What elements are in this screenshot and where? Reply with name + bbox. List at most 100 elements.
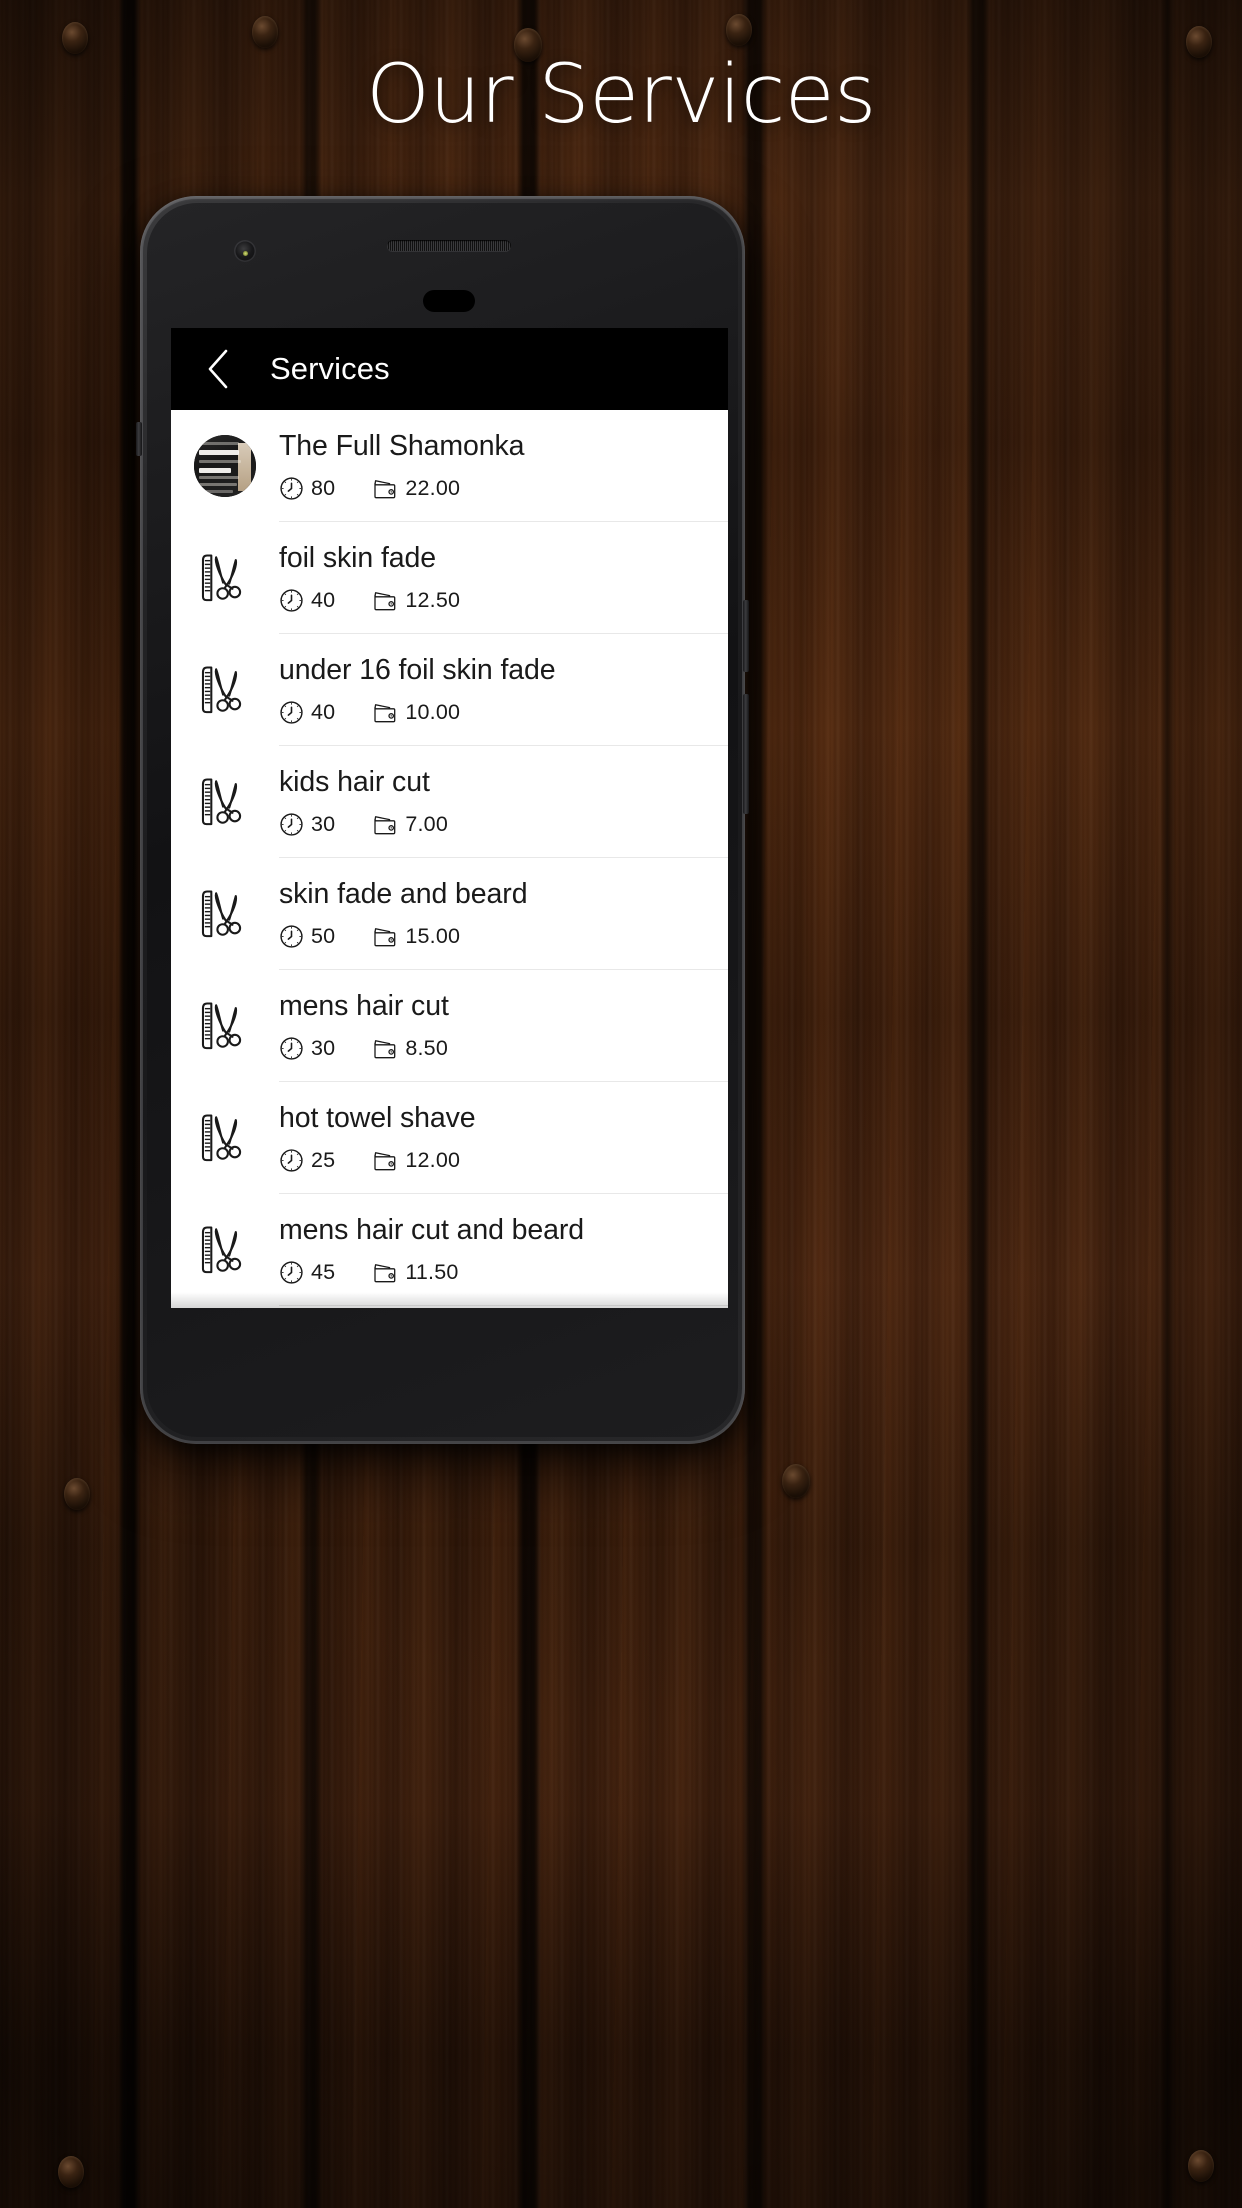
clock-icon [280, 813, 303, 836]
service-meta: 25 12.00 [279, 1148, 718, 1173]
service-thumbnail [189, 884, 261, 944]
service-name: mens hair cut [279, 990, 449, 1023]
service-list[interactable]: The Full Shamonka 80 22.00 foil skin fad… [171, 410, 728, 1308]
service-duration: 45 [311, 1259, 336, 1284]
service-price: 7.00 [405, 811, 448, 836]
service-name: hot towel shave [279, 1102, 476, 1135]
list-item[interactable]: mens hair cut and beard 45 11.50 [171, 1194, 728, 1306]
wallet-icon [374, 928, 396, 947]
phone-power-button[interactable] [743, 600, 749, 672]
service-meta: 45 11.50 [279, 1260, 718, 1285]
service-meta: 40 12.50 [279, 588, 718, 613]
wallet-icon [374, 1040, 396, 1059]
phone-screen: Services The Full Shamonka 80 22.00 foil… [171, 328, 728, 1308]
sensor-pill-icon [423, 290, 475, 312]
list-item[interactable]: foil skin fade 40 12.50 [171, 522, 728, 634]
clock-icon [280, 1149, 303, 1172]
service-meta: 40 10.00 [279, 700, 718, 725]
service-price: 12.00 [405, 1147, 461, 1172]
service-name: mens hair cut and beard [279, 1214, 585, 1247]
service-thumbnail [189, 996, 261, 1056]
service-meta: 30 8.50 [279, 1036, 718, 1061]
page-title: Our Services [366, 48, 876, 142]
service-duration: 25 [311, 1147, 336, 1172]
wallet-icon [374, 1264, 396, 1283]
service-meta: 80 22.00 [279, 476, 718, 501]
service-thumbnail [189, 1220, 261, 1280]
wallet-icon [374, 704, 396, 723]
service-meta: 50 15.00 [279, 924, 718, 949]
service-duration: 40 [311, 699, 336, 724]
phone-left-button[interactable] [136, 422, 142, 456]
service-thumbnail [189, 435, 261, 497]
service-price: 22.00 [405, 475, 461, 500]
service-meta: 30 7.00 [279, 812, 718, 837]
phone-inner-bezel: Services The Full Shamonka 80 22.00 foil… [147, 203, 738, 1437]
wallet-icon [374, 480, 396, 499]
service-price: 11.50 [405, 1259, 459, 1284]
service-duration: 30 [311, 811, 336, 836]
list-item[interactable]: kids hair cut 30 7.00 [171, 746, 728, 858]
nail-head [64, 1478, 90, 1510]
service-duration: 30 [311, 1035, 336, 1060]
service-thumbnail [189, 660, 261, 720]
nail-head [58, 2156, 84, 2188]
service-details: under 16 foil skin fade 40 10.00 [279, 634, 728, 746]
back-button[interactable] [193, 344, 243, 394]
service-price: 12.50 [405, 587, 461, 612]
service-name: skin fade and beard [279, 878, 528, 911]
service-details: hot towel shave 25 12.00 [279, 1082, 728, 1194]
app-bar: Services [171, 328, 728, 410]
clock-icon [280, 589, 303, 612]
wallet-icon [374, 1152, 396, 1171]
nail-head [726, 14, 752, 46]
service-duration: 40 [311, 587, 336, 612]
service-details: mens hair cut and beard 45 11.50 [279, 1194, 728, 1306]
comb-scissors-icon [201, 554, 242, 602]
nail-head [1188, 2150, 1214, 2182]
service-thumbnail [189, 1108, 261, 1168]
front-camera-icon [234, 240, 256, 262]
service-name: foil skin fade [279, 542, 437, 575]
service-name: under 16 foil skin fade [279, 654, 556, 687]
list-item[interactable]: skin fade and beard 50 15.00 [171, 858, 728, 970]
list-item[interactable]: hot towel shave 25 12.00 [171, 1082, 728, 1194]
comb-scissors-icon [201, 1002, 242, 1050]
service-details: foil skin fade 40 12.50 [279, 522, 728, 634]
comb-scissors-icon [201, 1226, 242, 1274]
list-item[interactable]: under 16 foil skin fade 40 10.00 [171, 634, 728, 746]
nail-head [252, 16, 278, 48]
clock-icon [280, 1037, 303, 1060]
service-price: 10.00 [405, 699, 461, 724]
service-duration: 80 [311, 475, 336, 500]
phone-device-frame: Services The Full Shamonka 80 22.00 foil… [136, 196, 749, 1444]
comb-scissors-icon [201, 1114, 242, 1162]
comb-scissors-icon [201, 666, 242, 714]
clock-icon [280, 701, 303, 724]
phone-volume-button[interactable] [743, 694, 749, 814]
list-item[interactable]: mens hair cut 30 8.50 [171, 970, 728, 1082]
service-details: The Full Shamonka 80 22.00 [279, 410, 728, 522]
list-item[interactable]: The Full Shamonka 80 22.00 [171, 410, 728, 522]
service-details: skin fade and beard 50 15.00 [279, 858, 728, 970]
service-thumbnail [189, 548, 261, 608]
clock-icon [280, 925, 303, 948]
app-bar-title: Services [270, 351, 390, 386]
service-photo-icon [194, 435, 256, 497]
comb-scissors-icon [201, 890, 242, 938]
service-details: kids hair cut 30 7.00 [279, 746, 728, 858]
service-duration: 50 [311, 923, 336, 948]
service-details: mens hair cut 30 8.50 [279, 970, 728, 1082]
clock-icon [280, 477, 303, 500]
service-name: The Full Shamonka [279, 430, 525, 463]
clock-icon [280, 1261, 303, 1284]
wallet-icon [374, 592, 396, 611]
service-thumbnail [189, 772, 261, 832]
nail-head [782, 1464, 810, 1498]
wallet-icon [374, 816, 396, 835]
service-price: 8.50 [405, 1035, 448, 1060]
comb-scissors-icon [201, 778, 242, 826]
service-name: kids hair cut [279, 766, 430, 799]
earpiece-grille-icon [387, 240, 511, 251]
service-price: 15.00 [405, 923, 461, 948]
